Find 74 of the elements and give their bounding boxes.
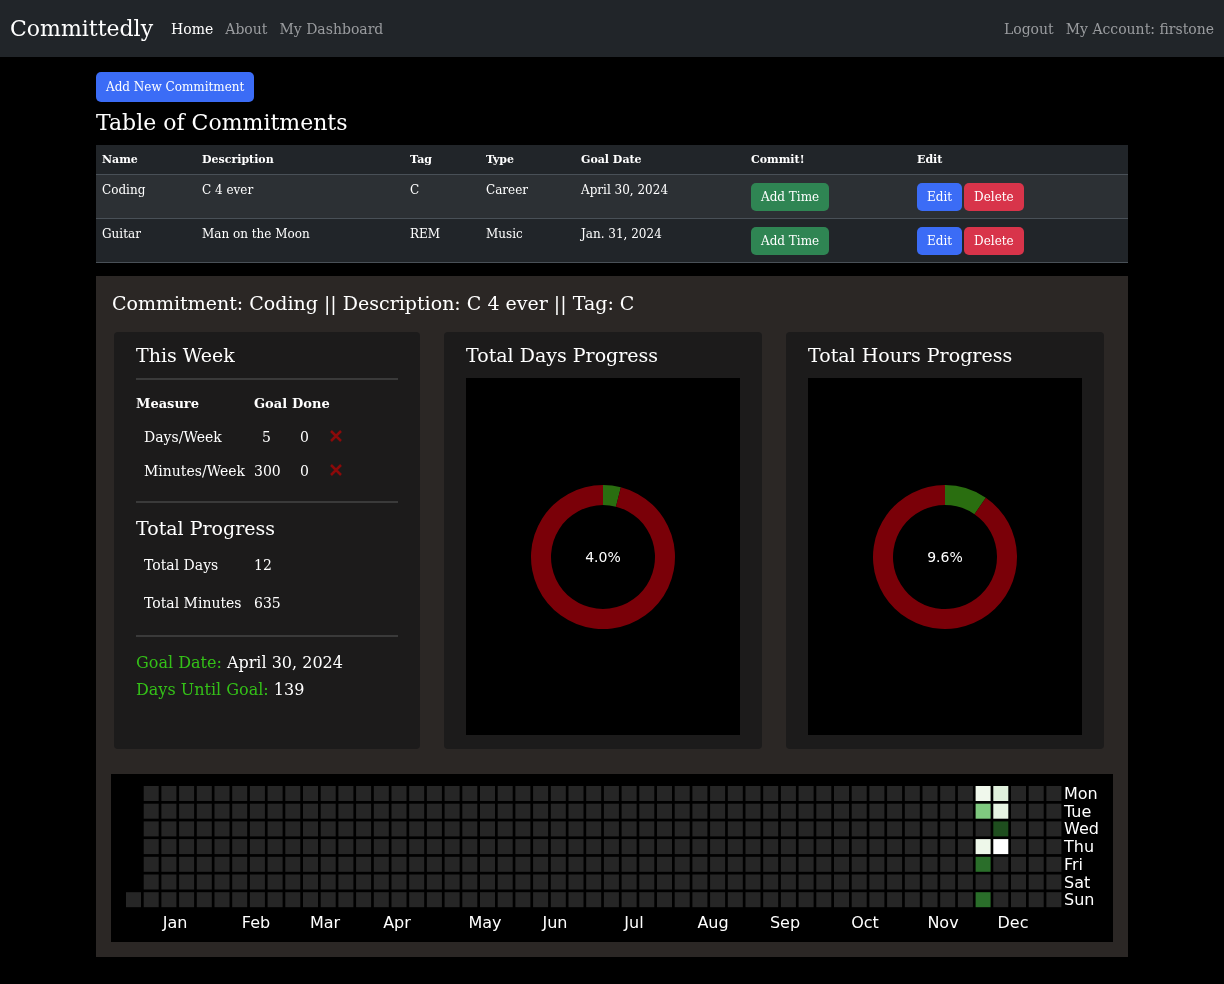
column-header: Goal Date [575,145,745,175]
table-cell: Guitar [96,218,196,263]
table-cell: C [404,174,480,219]
month-label: Dec [997,913,1029,932]
edit-button[interactable]: Edit [917,182,963,211]
measure-label: Days/Week [143,429,223,445]
weekday-label: Sat [1064,872,1091,892]
weekday-label: Sun [1064,890,1095,910]
table-cell: April 30, 2024 [575,174,745,219]
nav-link[interactable]: Home [171,20,214,37]
column-header: Measure [136,396,200,411]
goal-date-value: April 30, 2024 [226,653,343,672]
card-title: Total Days Progress [466,344,660,366]
nav-link[interactable]: My Account: firstone [1065,20,1214,37]
month-label: Aug [697,913,729,932]
brand-logo[interactable]: Committedly [10,16,154,41]
column-header: Name [96,145,196,175]
month-label: Sep [769,913,801,932]
donut-percent-label: 4.0% [585,548,621,565]
days-until-goal-value: 139 [273,680,305,699]
month-label: Jun [542,913,568,932]
table-cell: Jan. 31, 2024 [575,218,745,263]
total-label: Total Days [143,557,220,573]
add-time-button[interactable]: Add Time [751,226,830,255]
nav-link[interactable]: My Dashboard [279,20,384,37]
goal-value: 300 [254,463,282,479]
goal-date-label: Goal Date: [136,653,222,672]
delete-button[interactable]: Delete [964,226,1024,255]
card-title: Total Hours Progress [808,344,1014,366]
month-label: Feb [241,913,271,932]
month-label: Jan [162,913,188,932]
delete-button[interactable]: Delete [964,182,1024,211]
weekday-label: Tue [1064,801,1092,821]
month-label: Apr [383,913,411,932]
column-header: Edit [911,145,1128,175]
panel-title: Commitment: Coding || Description: C 4 ever || Tag: C [112,292,636,314]
month-label: Mar [309,913,341,932]
table-cell: Coding [96,174,196,219]
edit-button[interactable]: Edit [917,226,963,255]
weekday-label: Wed [1064,819,1099,839]
weekday-label: Thu [1064,837,1095,857]
days-until-goal-label: Days Until Goal: [136,680,269,699]
column-header: Type [480,145,575,175]
done-value: 0 [299,429,310,445]
goal-value: 5 [261,429,272,445]
total-value: 12 [254,557,273,573]
month-label: Jul [624,913,644,932]
nav-link[interactable]: About [225,20,268,37]
add-commitment-button[interactable]: Add New Commitment [96,72,255,102]
card-title: This Week [136,344,236,366]
column-header: Commit! [745,145,911,175]
month-label: Oct [851,913,879,932]
column-header: Done [292,396,330,411]
weekday-label: Fri [1064,854,1084,874]
table-cell: Music [480,218,575,263]
nav-link[interactable]: Logout [1003,20,1054,37]
total-label: Total Minutes [143,595,243,611]
column-header: Goal [254,396,289,411]
column-header: Tag [404,145,480,175]
add-time-button[interactable]: Add Time [751,182,830,211]
card-title: Total Progress [136,517,276,539]
donut-percent-label: 9.6% [927,548,963,565]
column-header: Description [196,145,404,175]
month-label: May [468,913,502,932]
total-value: 635 [254,595,282,611]
month-label: Nov [927,913,959,932]
table-cell: REM [404,218,480,263]
weekday-label: Mon [1064,784,1098,803]
table-cell: Man on the Moon [196,218,404,263]
table-cell: Career [480,174,575,219]
table-title: Table of Commitments [96,110,349,135]
table-cell: C 4 ever [196,174,404,219]
done-value: 0 [299,463,310,479]
measure-label: Minutes/Week [143,463,246,479]
